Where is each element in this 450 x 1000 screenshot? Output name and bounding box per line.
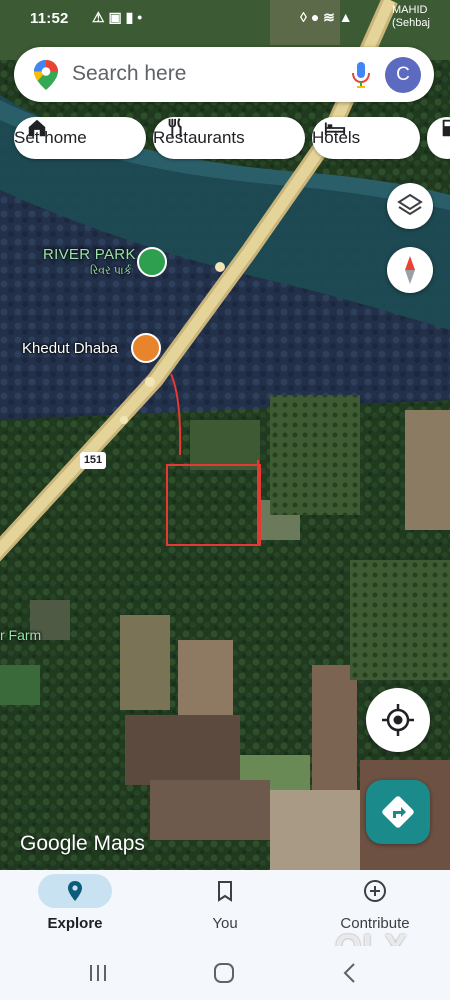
mute-icon: ◊ — [300, 9, 307, 25]
map-corner-label-line2: (Sehbaj — [392, 17, 430, 29]
chip-set-home[interactable]: Set home — [14, 117, 146, 159]
map-corner-label: MAHID (Sehbaj — [392, 4, 430, 30]
status-right-icons: ◊ ● ≋ ▲ — [300, 9, 353, 26]
nav-explore[interactable]: Explore — [0, 870, 150, 946]
my-location-button[interactable] — [366, 688, 430, 752]
crosshair-icon — [382, 704, 414, 736]
status-bar: 11:52 ⚠ ▣ ▮ • ◊ ● ≋ ▲ MAHID (Sehbaj — [0, 0, 450, 38]
route-shield: 151 — [80, 452, 106, 469]
signal-icon: ▲ — [338, 9, 353, 25]
restaurant-icon — [168, 118, 182, 138]
search-bar[interactable]: Search here C — [14, 47, 434, 102]
restaurant-poi-icon[interactable] — [131, 333, 161, 363]
google-maps-watermark: Google Maps — [20, 832, 145, 855]
layers-button[interactable] — [387, 183, 433, 229]
status-time: 11:52 — [30, 10, 69, 27]
account-avatar[interactable]: C — [385, 57, 421, 93]
mic-icon[interactable] — [347, 60, 375, 90]
nav-you-label: You — [212, 915, 238, 932]
location-icon: ● — [310, 9, 320, 25]
bookmark-icon — [218, 881, 232, 902]
explore-pin-icon — [68, 881, 82, 901]
back-icon[interactable] — [335, 960, 365, 986]
compass-button[interactable] — [387, 247, 433, 293]
directions-button[interactable] — [366, 780, 430, 844]
directions-icon — [382, 796, 414, 828]
home-icon — [28, 119, 46, 137]
nav-you[interactable]: You — [150, 870, 300, 946]
compass-icon — [405, 256, 415, 284]
farm-label[interactable]: r Farm — [0, 627, 41, 643]
image-icon: ▣ — [108, 9, 122, 25]
status-left-icons: ⚠ ▣ ▮ • — [92, 9, 142, 26]
park-poi-icon[interactable] — [137, 247, 167, 277]
chip-hotels[interactable]: Hotels — [312, 117, 420, 159]
home-button-icon[interactable] — [209, 960, 239, 986]
maps-pin-logo-icon — [34, 60, 58, 90]
wifi-icon: ≋ — [323, 9, 335, 25]
hotel-icon — [324, 122, 346, 136]
map-corner-label-line1: MAHID — [392, 4, 428, 16]
recent-apps-icon[interactable] — [83, 960, 113, 986]
khedut-dhaba-label[interactable]: Khedut Dhaba — [22, 340, 118, 357]
nav-explore-label: Explore — [47, 915, 103, 932]
add-circle-icon — [364, 880, 386, 902]
chip-set-home-label: Set home — [14, 128, 87, 147]
system-navigation-bar — [0, 946, 450, 1000]
battery-saver-icon: ▮ — [125, 9, 134, 25]
dot-icon: • — [137, 9, 143, 25]
chip-restaurants[interactable]: Restaurants — [153, 117, 305, 159]
river-park-local-label: રિવર પાર્ક — [90, 265, 132, 277]
search-input[interactable]: Search here — [72, 62, 186, 86]
warning-icon: ⚠ — [92, 9, 105, 25]
map-view[interactable]: RIVER PARK રિવર પાર્ક Khedut Dhaba r Far… — [0, 0, 450, 870]
river-park-label[interactable]: RIVER PARK — [43, 246, 136, 263]
layers-icon — [397, 193, 423, 216]
gas-station-icon — [442, 119, 450, 137]
